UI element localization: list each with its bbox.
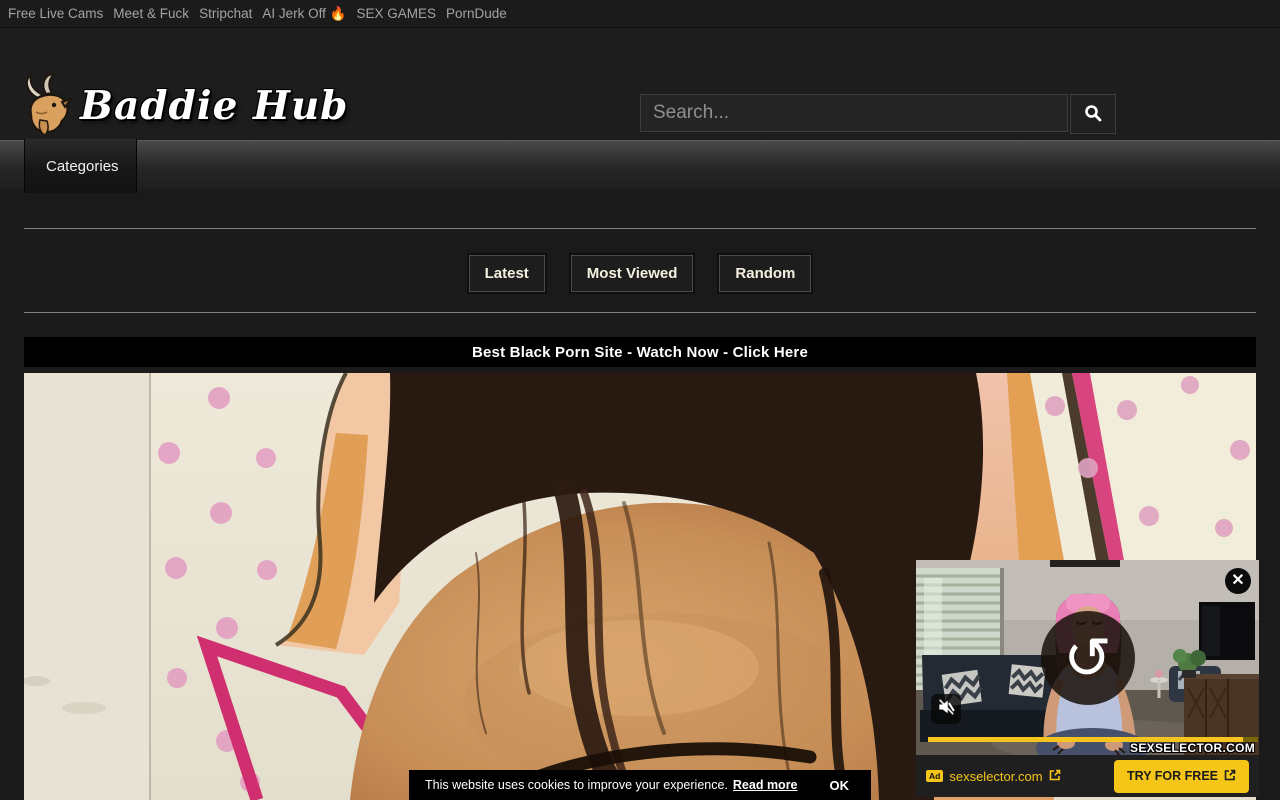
toplink-free-live-cams[interactable]: Free Live Cams [8, 6, 103, 21]
ad-watermark: SEXSELECTOR.COM [1130, 741, 1255, 755]
main-nav: Categories [0, 140, 1280, 190]
categories-label: Categories [46, 158, 119, 175]
video-ad-overlay: ✕ ↺ SEXSELECTOR.COM Ad sexs [916, 560, 1259, 797]
toplink-stripchat[interactable]: Stripchat [199, 6, 252, 21]
replay-icon: ↺ [1063, 629, 1112, 687]
divider-top [24, 228, 1256, 229]
ad-badge: Ad [926, 770, 943, 782]
wall-seam [149, 373, 151, 800]
cookie-message: This website uses cookies to improve you… [425, 778, 728, 792]
cookie-ok-button[interactable]: OK [824, 774, 856, 797]
ad-close-button[interactable]: ✕ [1225, 568, 1251, 594]
logo-text: Baddie Hub [80, 87, 348, 126]
toplink-ai-jerk-off[interactable]: AI Jerk Off 🔥 [262, 6, 346, 22]
site-logo[interactable]: Baddie Hub [18, 72, 348, 141]
divider-bottom [24, 312, 1256, 313]
tab-most-viewed[interactable]: Most Viewed [571, 255, 694, 292]
wall-left-panel [24, 373, 150, 800]
header: Baddie Hub [0, 28, 1280, 140]
nav-item-categories[interactable]: Categories [24, 139, 137, 193]
top-links-bar: Free Live Cams Meet & Fuck Stripchat AI … [0, 0, 1280, 28]
search-bar [640, 94, 1116, 134]
ad-replay-button[interactable]: ↺ [1041, 611, 1135, 705]
search-button[interactable] [1070, 94, 1116, 134]
ad-advertiser-link[interactable]: sexselector.com [949, 769, 1060, 784]
ad-mute-button[interactable] [931, 694, 961, 724]
promo-banner-link[interactable]: Best Black Porn Site - Watch Now - Click… [24, 337, 1256, 367]
toplink-porndude[interactable]: PornDude [446, 6, 507, 21]
promo-banner-text: Best Black Porn Site - Watch Now - Click… [472, 344, 808, 361]
ad-advertiser-url: sexselector.com [949, 769, 1042, 784]
goat-icon [18, 72, 76, 141]
search-icon [1084, 104, 1102, 125]
page: Free Live Cams Meet & Fuck Stripchat AI … [0, 0, 1280, 800]
external-link-icon [1224, 769, 1236, 784]
ad-footer: Ad sexselector.com TRY FOR FREE [916, 755, 1259, 797]
external-link-icon [1049, 769, 1061, 784]
ad-video[interactable]: ✕ ↺ SEXSELECTOR.COM [916, 560, 1259, 755]
muted-speaker-icon [936, 697, 956, 722]
ad-cta-label: TRY FOR FREE [1127, 769, 1218, 783]
ad-cta-button[interactable]: TRY FOR FREE [1114, 760, 1249, 793]
cookie-read-more-link[interactable]: Read more [733, 778, 798, 792]
toplink-sex-games[interactable]: SEX GAMES [356, 6, 436, 21]
sort-tabs: Latest Most Viewed Random [24, 255, 1256, 292]
toplink-meet-and-fuck[interactable]: Meet & Fuck [113, 6, 189, 21]
search-input[interactable] [640, 94, 1068, 132]
tab-latest[interactable]: Latest [469, 255, 545, 292]
cookie-notice: This website uses cookies to improve you… [409, 770, 871, 800]
tab-random[interactable]: Random [719, 255, 811, 292]
